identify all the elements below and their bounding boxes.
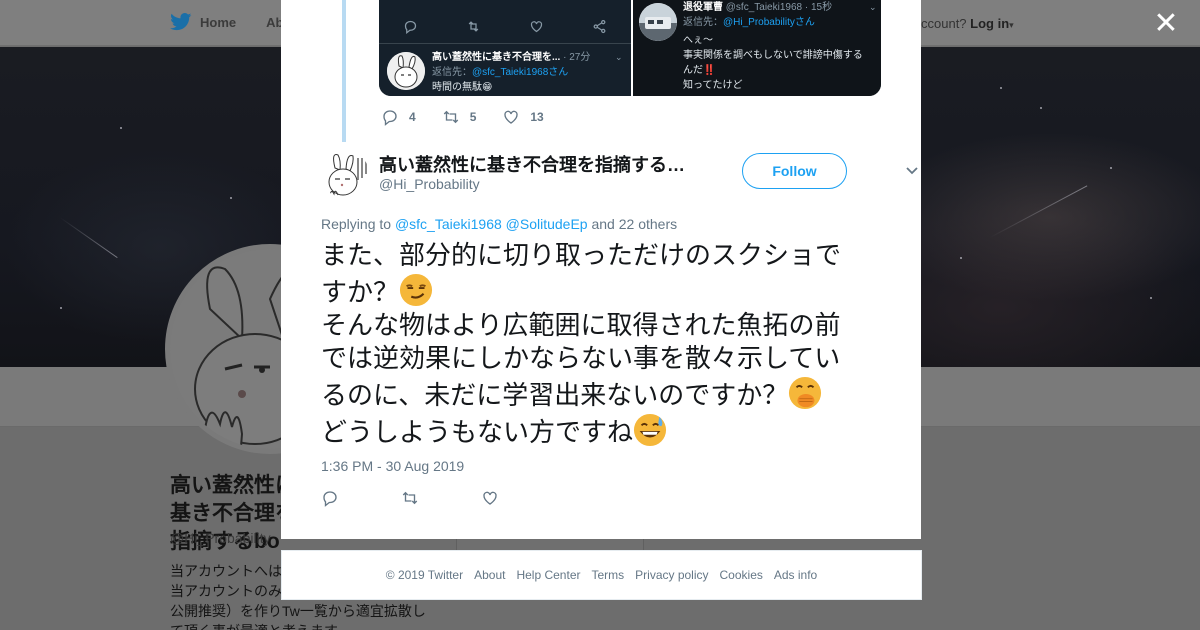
reply-count: 4 xyxy=(409,110,416,124)
nav-home-link[interactable]: Home xyxy=(200,15,236,30)
caret-down-icon: ▾ xyxy=(1009,20,1014,30)
footer: © 2019 Twitter About Help Center Terms P… xyxy=(281,550,922,600)
media-left-tweet: 高い蓋然性に基き不合理を... · 27分 返信先：@sfc_Taieki196… xyxy=(432,50,628,95)
media-left-name: 高い蓋然性に基き不合理を... xyxy=(432,52,561,63)
media-right-avatar xyxy=(639,3,677,41)
tweet-line: では逆効果にしかならない事を散々示してい xyxy=(321,344,841,374)
like-count: 13 xyxy=(530,110,544,124)
tweet-text: また、部分的に切り取っただけのスクショで すか？ そんな物はより広範囲に取得され… xyxy=(321,240,891,450)
twitter-bird-icon xyxy=(170,13,192,31)
like-icon xyxy=(530,21,543,33)
tweet-timestamp[interactable]: 1:36 PM - 30 Aug 2019 xyxy=(321,458,464,474)
grinning-sweat-emoji-icon xyxy=(633,413,667,447)
media-left-text: 時間の無駄😁 xyxy=(432,82,493,93)
media-right-tweet: 退役軍曹 @sfc_Taieki1968 · 15秒 返信先：@Hi_Proba… xyxy=(683,0,879,93)
follow-button[interactable]: Follow xyxy=(742,153,847,189)
retweet-count: 5 xyxy=(469,110,477,124)
tweet-modal: 高い蓋然性に基き不合理を... · 27分 返信先：@sfc_Taieki196… xyxy=(281,0,921,539)
retweet-icon[interactable] xyxy=(401,489,419,507)
reply-icon xyxy=(383,110,397,126)
media-left-reply-to: @sfc_Taieki1968さん xyxy=(472,67,569,78)
media-right-text-line: 知ってたけど xyxy=(683,80,743,91)
tweet-line: すか？ xyxy=(321,278,400,308)
bio-line: て頂く事が最適と考えます xyxy=(170,621,440,630)
media-action-row xyxy=(379,10,631,44)
login-area: ccount? Log in▾ xyxy=(921,16,1014,31)
author-avatar[interactable] xyxy=(321,150,369,198)
media-left-panel: 高い蓋然性に基き不合理を... · 27分 返信先：@sfc_Taieki196… xyxy=(379,0,631,96)
footer-link-ads-info[interactable]: Ads info xyxy=(774,568,817,582)
share-icon xyxy=(593,19,606,34)
like-icon[interactable] xyxy=(481,489,499,507)
thread-connector-line xyxy=(342,0,346,142)
previous-tweet-stats: 4 5 13 xyxy=(381,108,570,126)
like-icon xyxy=(504,110,519,124)
author-handle[interactable]: @Hi_Probability xyxy=(379,176,480,192)
footer-copyright: © 2019 Twitter xyxy=(385,568,464,582)
close-icon[interactable]: ✕ xyxy=(1152,9,1180,39)
tweet-author-row: 高い蓋然性に基き不合理を指摘する… @Hi_Probability Follow xyxy=(321,148,921,200)
tweet-line: そんな物はより広範囲に取得された魚拓の前 xyxy=(321,311,841,341)
login-link[interactable]: Log in xyxy=(970,16,1009,31)
media-right-text-line: んだ‼️ xyxy=(683,65,716,76)
media-right-meta: @sfc_Taieki1968 · 15秒 xyxy=(725,2,833,13)
tweet-line: るのに、未だに学習出来ないのですか？ xyxy=(321,381,789,411)
bio-line: 公開推奨）を作りTw一覧から適宜拡散し xyxy=(170,603,426,619)
replying-to: Replying to @sfc_Taieki1968 @SolitudeEp … xyxy=(321,216,677,232)
footer-link-help-center[interactable]: Help Center xyxy=(516,568,580,582)
reply-count-button[interactable]: 4 xyxy=(381,108,416,126)
footer-link-privacy[interactable]: Privacy policy xyxy=(635,568,708,582)
reply-icon[interactable] xyxy=(321,489,339,507)
media-right-reply-to: @Hi_Probabilityさん xyxy=(723,17,815,28)
tweet-line: どうしようもない方ですね xyxy=(321,418,634,448)
chevron-down-icon: ⌄ xyxy=(869,2,877,12)
media-left-reply-prefix: 返信先： xyxy=(432,67,472,78)
author-display-name[interactable]: 高い蓋然性に基き不合理を指摘する… xyxy=(379,151,685,177)
smirking-face-emoji-icon xyxy=(399,273,433,307)
footer-link-terms[interactable]: Terms xyxy=(591,568,624,582)
replying-prefix: Replying to xyxy=(321,216,392,232)
media-right-panel: 退役軍曹 @sfc_Taieki1968 · 15秒 返信先：@Hi_Proba… xyxy=(633,0,881,96)
media-right-reply-prefix: 返信先： xyxy=(683,17,723,28)
footer-link-cookies[interactable]: Cookies xyxy=(720,568,763,582)
media-right-text-line: 事実関係を調べもしないで誹謗中傷する xyxy=(683,50,863,61)
replying-user-link[interactable]: @sfc_Taieki1968 xyxy=(395,216,502,232)
media-left-time: · 27分 xyxy=(563,52,591,63)
tweet-line: また、部分的に切り取っただけのスクショで xyxy=(321,241,842,271)
media-right-text-line: へぇ〜 xyxy=(683,35,713,46)
chevron-down-icon: ⌄ xyxy=(615,52,623,62)
rabbit-avatar-illustration xyxy=(321,150,369,198)
retweet-icon xyxy=(443,110,458,124)
footer-link-about[interactable]: About xyxy=(474,568,505,582)
replying-user-link[interactable]: @SolitudeEp xyxy=(506,216,588,232)
chevron-down-icon[interactable] xyxy=(905,166,919,176)
face-with-hand-over-mouth-emoji-icon xyxy=(789,376,822,410)
tweet-actions xyxy=(321,489,499,507)
like-count-button[interactable]: 13 xyxy=(502,108,544,126)
login-prompt: ccount? xyxy=(921,16,967,31)
replying-others[interactable]: and 22 others xyxy=(591,216,677,232)
tweet-media-image[interactable]: 高い蓋然性に基き不合理を... · 27分 返信先：@sfc_Taieki196… xyxy=(379,0,881,96)
retweet-count-button[interactable]: 5 xyxy=(442,108,477,126)
profile-handle[interactable]: @Hi_Probability xyxy=(170,530,271,546)
media-right-name: 退役軍曹 xyxy=(683,2,723,13)
retweet-icon xyxy=(468,21,479,32)
reply-icon xyxy=(404,20,417,34)
media-left-avatar xyxy=(387,52,425,90)
